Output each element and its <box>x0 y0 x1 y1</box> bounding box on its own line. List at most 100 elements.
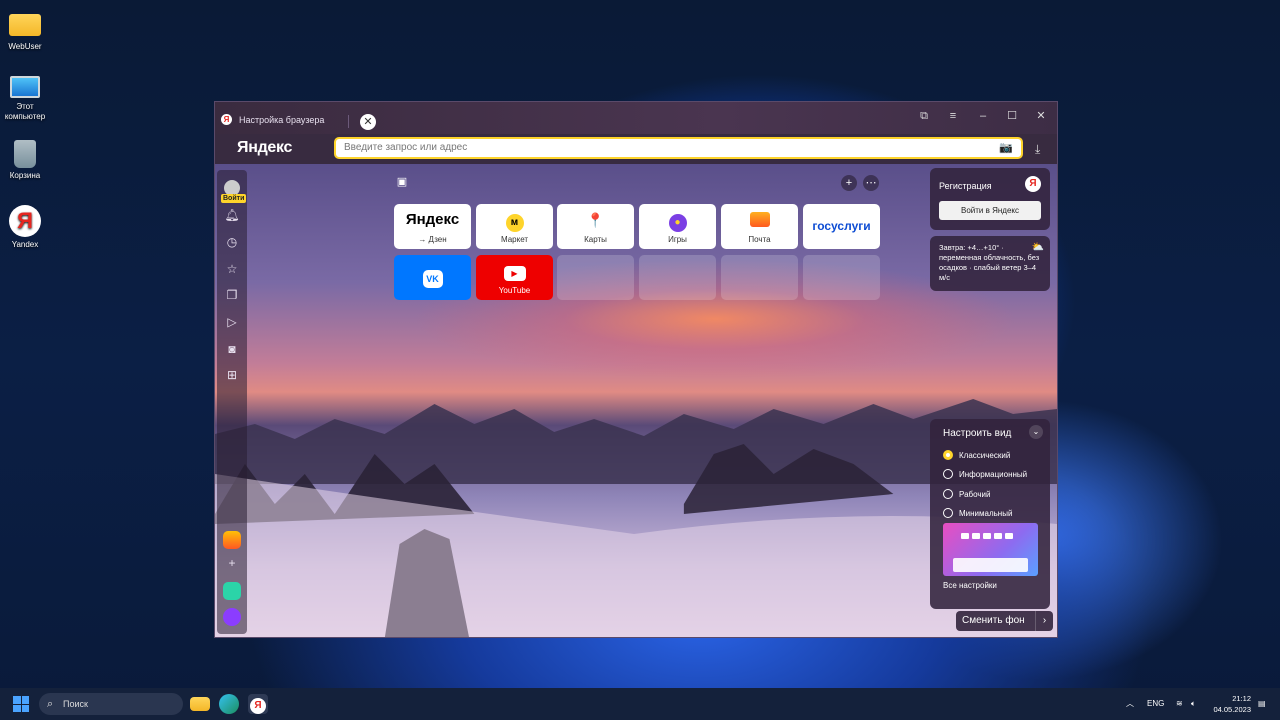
screenshot-icon[interactable]: ◙ <box>224 341 240 357</box>
view-option-classic[interactable]: Классический <box>943 450 1010 460</box>
taskbar: ⌕ Поиск Я ︿ ENG ≋ 🔈︎ 21:12 04.05.2023 ▤ <box>0 688 1280 720</box>
computer-icon <box>10 76 40 98</box>
login-badge[interactable]: Войти <box>221 194 247 203</box>
desktop-icon-this-pc[interactable]: Этот компьютер <box>0 72 50 122</box>
games-icon: ● <box>639 212 716 232</box>
close-tab-icon[interactable]: ✕ <box>360 114 376 130</box>
option-label: Минимальный <box>959 508 1013 518</box>
edge-browser-icon[interactable] <box>219 694 239 714</box>
bookmarks-collection-icon[interactable]: ⧉ <box>916 108 932 124</box>
taskbar-search[interactable]: ⌕ Поиск <box>39 693 183 715</box>
volume-icon[interactable]: 🔈︎ <box>1191 688 1196 720</box>
yandex-browser-taskbar-icon[interactable]: Я <box>248 694 268 714</box>
tile-vk[interactable]: VK <box>394 255 471 300</box>
radio[interactable] <box>943 489 953 499</box>
gosuslugi-wordmark: госуслуги <box>812 219 871 233</box>
close-window-icon[interactable]: ✕ <box>1033 108 1049 124</box>
change-background-button[interactable]: Сменить фон › <box>956 611 1053 631</box>
alice-assistant-icon[interactable] <box>223 608 241 626</box>
yandex-browser-icon: Я <box>9 205 41 237</box>
title-bar: Я Настройка браузера ✕ ⧉ ≡ – ☐ ✕ <box>215 102 1057 134</box>
tab-title: Настройка браузера <box>239 114 325 125</box>
login-yandex-button[interactable]: Войти в Яндекс <box>939 201 1041 220</box>
mail-app-icon[interactable] <box>223 531 241 549</box>
tile-label: YouTube <box>498 286 531 295</box>
desktop-icon-webuser[interactable]: WebUser <box>0 8 50 52</box>
history-icon[interactable]: ◷ <box>224 234 240 250</box>
windows-start-icon[interactable] <box>13 696 29 712</box>
chevron-down-icon[interactable]: ⌄ <box>1029 425 1043 439</box>
desktop-icon-label: WebUser <box>8 42 42 51</box>
tile-gosuslugi[interactable]: госуслуги <box>803 204 880 249</box>
desktop-icon-recycle-bin[interactable]: Корзина <box>0 140 50 181</box>
tab-separator <box>348 115 349 128</box>
menu-icon[interactable]: ≡ <box>945 108 961 124</box>
date: 04.05.2023 <box>1213 705 1251 714</box>
view-option-minimal[interactable]: Минимальный <box>943 508 1012 518</box>
yandex-logo[interactable]: Яндекс <box>237 139 292 157</box>
tile-games[interactable]: ● Игры <box>639 204 716 249</box>
more-options-icon[interactable]: ⋯ <box>863 175 879 191</box>
tile-label: Игры <box>668 235 687 244</box>
registration-title: Регистрация <box>939 181 992 191</box>
camera-search-icon[interactable]: 📷 <box>999 141 1013 154</box>
registration-widget: Регистрация Я Войти в Яндекс <box>930 168 1050 230</box>
change-background-label: Сменить фон <box>962 615 1025 626</box>
add-tile-icon[interactable]: + <box>841 175 857 191</box>
notification-icon[interactable]: ▤ <box>1258 688 1266 720</box>
tile-yandex[interactable]: Яндекс → Дзен <box>394 204 471 249</box>
minimize-icon[interactable]: – <box>975 108 991 124</box>
tray-overflow-icon[interactable]: ︿ <box>1126 688 1134 720</box>
download-icon[interactable]: ⤓ <box>1035 142 1040 157</box>
tile-empty[interactable] <box>639 255 716 300</box>
desktop-icon-label: Корзина <box>9 171 41 180</box>
option-label: Классический <box>959 450 1011 460</box>
bell-icon[interactable]: 🔔︎ <box>224 207 240 223</box>
radio[interactable] <box>943 469 953 479</box>
tile-market[interactable]: м Маркет <box>476 204 553 249</box>
tab-settings[interactable]: Я Настройка браузера <box>221 114 324 125</box>
tile-mail[interactable]: Почта <box>721 204 798 249</box>
tile-empty[interactable] <box>721 255 798 300</box>
radio[interactable] <box>943 508 953 518</box>
new-tab-page: ▣ + ⋯ Яндекс → Дзен м Маркет 📍 Карты ● И… <box>215 164 1057 637</box>
mail-icon <box>721 212 798 230</box>
maximize-icon[interactable]: ☐ <box>1004 108 1020 124</box>
apps-grid-icon[interactable]: ⊞ <box>224 367 240 383</box>
play-icon[interactable]: ▷ <box>224 314 240 330</box>
view-settings-title: Настроить вид <box>943 428 1012 439</box>
desktop-icon-yandex[interactable]: Я Yandex <box>0 205 50 250</box>
clock[interactable]: 21:12 04.05.2023 <box>1207 693 1251 715</box>
yandex-favicon-icon: Я <box>221 114 232 125</box>
view-option-informational[interactable]: Информационный <box>943 469 1027 479</box>
browser-window: Я Настройка браузера ✕ ⧉ ≡ – ☐ ✕ Яндекс … <box>214 101 1058 638</box>
add-app-icon[interactable]: + <box>224 555 240 571</box>
star-icon[interactable]: ☆ <box>224 261 240 277</box>
market-icon: м <box>476 212 553 232</box>
wifi-icon[interactable]: ≋ <box>1176 688 1183 720</box>
tile-label: Почта <box>748 235 771 244</box>
view-option-work[interactable]: Рабочий <box>943 489 990 499</box>
tile-youtube[interactable]: ▶ YouTube <box>476 255 553 300</box>
view-settings-panel: Настроить вид ⌄ Классический Информацион… <box>930 419 1050 609</box>
messenger-app-icon[interactable] <box>223 582 241 600</box>
language-indicator[interactable]: ENG <box>1147 688 1164 720</box>
all-settings-link[interactable]: Все настройки <box>943 581 997 590</box>
gallery-icon[interactable]: ▣ <box>394 174 410 190</box>
search-input[interactable]: Введите запрос или адрес 📷 <box>334 137 1023 159</box>
chevron-right-icon[interactable]: › <box>1035 611 1053 631</box>
toolbar: Яндекс Введите запрос или адрес 📷 ⤓ <box>215 134 1057 164</box>
tile-empty[interactable] <box>803 255 880 300</box>
vk-icon: VK <box>394 269 471 288</box>
radio-selected[interactable] <box>943 450 953 460</box>
file-explorer-icon[interactable] <box>190 697 210 711</box>
folder-icon <box>9 14 41 36</box>
weather-text: Завтра: +4…+10° · переменная облачность,… <box>939 243 1040 282</box>
sidebar: Войти 🔔︎ ◷ ☆ ❐ ▷ ◙ ⊞ + <box>217 170 247 634</box>
collections-icon[interactable]: ❐ <box>224 287 240 303</box>
tile-maps[interactable]: 📍 Карты <box>557 204 634 249</box>
weather-widget[interactable]: Завтра: +4…+10° · переменная облачность,… <box>930 236 1050 291</box>
tile-empty[interactable] <box>557 255 634 300</box>
tile-label: Маркет <box>500 235 529 244</box>
desktop-icon-label: Yandex <box>11 240 39 249</box>
